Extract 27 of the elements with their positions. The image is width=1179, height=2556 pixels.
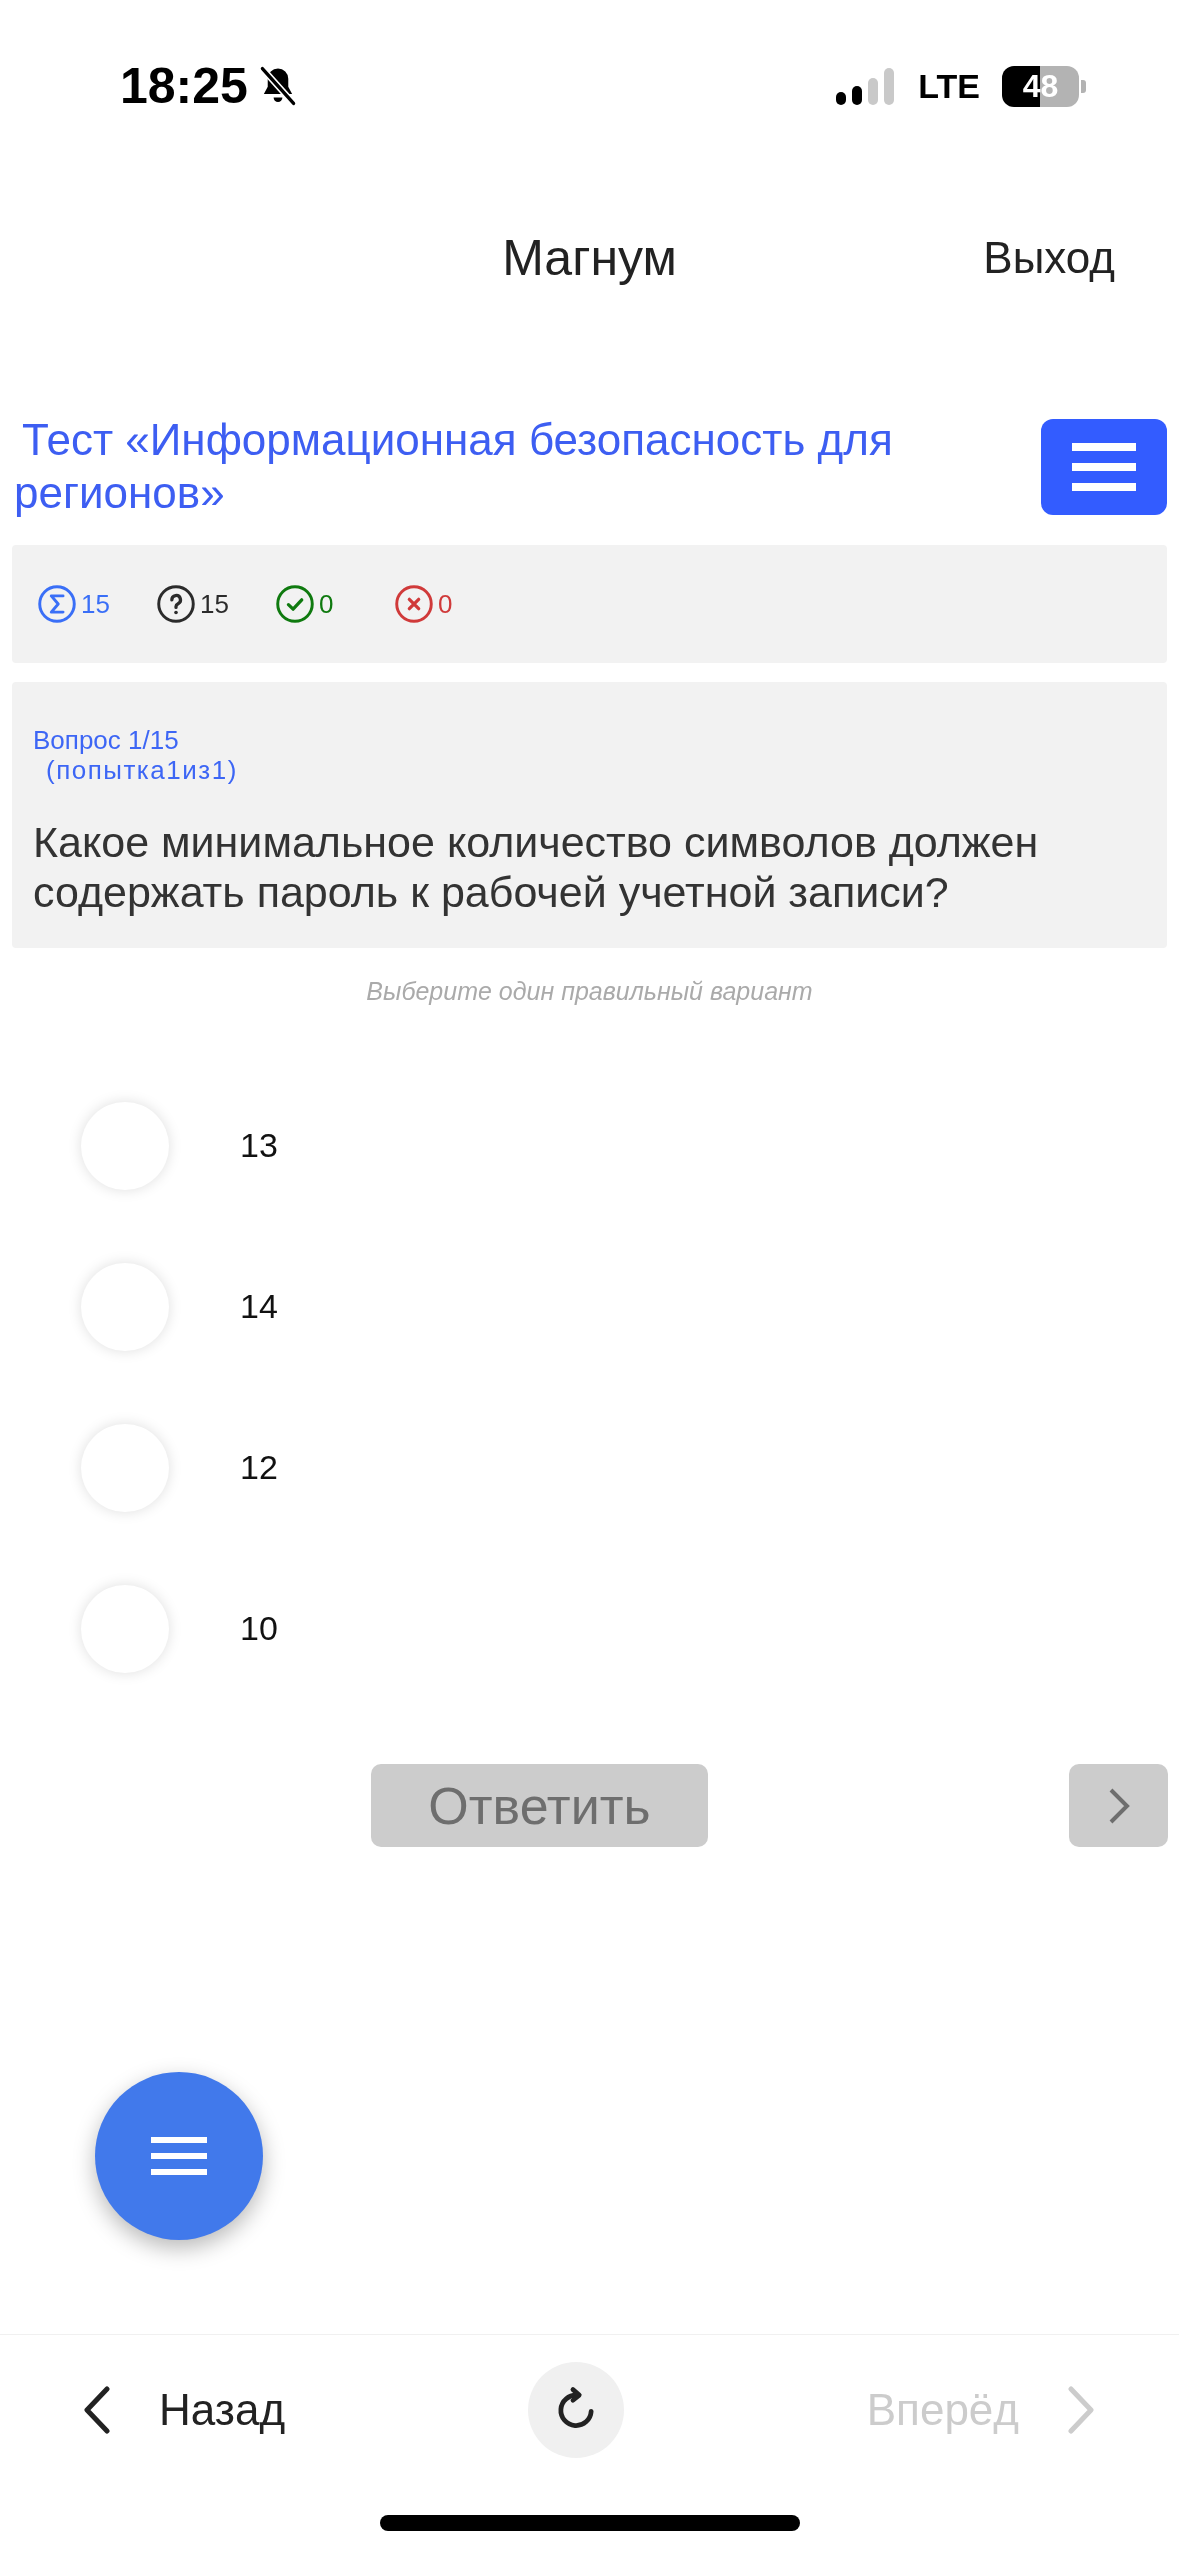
stat-value: 0 bbox=[319, 588, 334, 620]
network-type: LTE bbox=[918, 66, 980, 106]
signal-icon bbox=[836, 67, 895, 105]
option-label: 10 bbox=[240, 1609, 278, 1648]
option-label: 12 bbox=[240, 1448, 278, 1487]
attempt-counter: (попытка1из1) bbox=[45, 755, 239, 785]
stat-value: 15 bbox=[81, 588, 110, 620]
floating-menu-button[interactable] bbox=[95, 2072, 263, 2240]
app-title: Магнум bbox=[502, 228, 677, 287]
clock-time: 18:25 bbox=[120, 58, 248, 114]
chevron-left-icon bbox=[83, 2385, 111, 2434]
chevron-right-icon bbox=[1067, 2385, 1095, 2434]
chevron-right-icon bbox=[1107, 1786, 1130, 1825]
menu-icon bbox=[1072, 443, 1136, 491]
question-number: Вопрос 1/15 bbox=[33, 725, 180, 755]
back-button[interactable]: Назад bbox=[83, 2384, 286, 2435]
menu-icon bbox=[151, 2137, 207, 2175]
test-title: Тест «Информационная безопасность для регионов» bbox=[13, 414, 894, 519]
menu-button[interactable] bbox=[1041, 419, 1167, 515]
option-label: 13 bbox=[240, 1126, 278, 1165]
stat-value: 0 bbox=[438, 588, 453, 620]
option-label: 14 bbox=[240, 1287, 278, 1326]
logout-link[interactable]: Выход bbox=[983, 232, 1115, 283]
answer-hint: Выберите один правильный вариант bbox=[365, 976, 814, 1006]
battery-tip-icon bbox=[1081, 79, 1086, 93]
stat-value: 15 bbox=[200, 588, 229, 620]
question-text: Какое минимальное количество символов должен содержать пароль к рабочей учетной записи? bbox=[33, 817, 1040, 917]
